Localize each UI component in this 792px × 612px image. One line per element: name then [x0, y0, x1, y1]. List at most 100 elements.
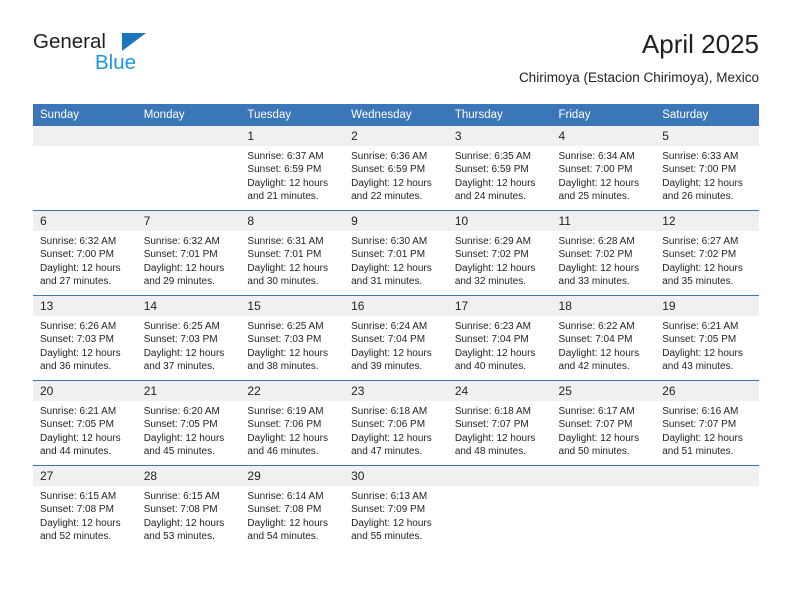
sunset-time: Sunset: 7:05 PM [40, 419, 114, 431]
daylight-duration-line2: and 53 minutes. [143, 531, 215, 543]
calendar-day-cell[interactable]: 2 Sunrise: 6:36 AM Sunset: 6:59 PM Daylight… [344, 126, 448, 211]
day-number: 8 [240, 211, 345, 231]
day-number: 6 [33, 211, 137, 231]
sunrise-time: Sunrise: 6:33 AM [662, 151, 739, 162]
sunrise-time: Sunrise: 6:15 AM [40, 491, 117, 502]
daylight-duration-line2: and 55 minutes. [351, 531, 423, 543]
calendar-day-cell[interactable]: 11 Sunrise: 6:28 AM Sunset: 7:02 PM Dayligh… [551, 210, 656, 296]
calendar-day-cell[interactable]: 12 Sunrise: 6:27 AM Sunset: 7:02 PM Dayligh… [655, 210, 759, 296]
calendar-day-cell[interactable]: 5 Sunrise: 6:33 AM Sunset: 7:00 PM Daylight… [655, 126, 759, 211]
daylight-duration-line2: and 50 minutes. [558, 446, 630, 458]
calendar-day-cell[interactable]: 30 Sunrise: 6:13 AM Sunset: 7:09 PM Dayligh… [344, 465, 448, 550]
calendar-day-cell[interactable]: 28 Sunrise: 6:15 AM Sunset: 7:08 PM Dayligh… [136, 465, 241, 550]
calendar-day-cell[interactable]: 9 Sunrise: 6:30 AM Sunset: 7:01 PM Daylight… [344, 210, 448, 296]
day-details: Sunrise: 6:24 AM Sunset: 7:04 PM Daylight:… [344, 316, 448, 374]
calendar-day-cell[interactable]: 18 Sunrise: 6:22 AM Sunset: 7:04 PM Dayligh… [551, 295, 656, 381]
sunrise-time: Sunrise: 6:36 AM [351, 151, 428, 162]
daylight-duration-line2: and 51 minutes. [662, 446, 734, 458]
day-number: 12 [655, 211, 759, 231]
sunset-time: Sunset: 7:02 PM [454, 249, 529, 261]
calendar-week-row: 1 Sunrise: 6:37 AM Sunset: 6:59 PM Daylight… [33, 126, 759, 211]
calendar-day-cell[interactable]: 25 Sunrise: 6:17 AM Sunset: 7:07 PM Dayligh… [551, 380, 656, 466]
calendar-day-cell-empty [33, 126, 137, 211]
day-number: 14 [136, 296, 241, 316]
daylight-duration-line1: Daylight: 12 hours [558, 262, 640, 274]
day-details: Sunrise: 6:37 AM Sunset: 6:59 PM Daylight:… [240, 146, 344, 204]
day-details [552, 486, 656, 490]
sunset-time: Sunset: 7:09 PM [351, 504, 426, 516]
calendar-day-cell[interactable]: 16 Sunrise: 6:24 AM Sunset: 7:04 PM Dayligh… [344, 295, 448, 381]
day-details: Sunrise: 6:25 AM Sunset: 7:03 PM Daylight:… [137, 316, 241, 374]
general-blue-logo[interactable]: General Blue [33, 30, 213, 86]
day-details: Sunrise: 6:19 AM Sunset: 7:06 PM Daylight:… [240, 401, 344, 459]
day-number: 17 [447, 296, 552, 316]
daylight-duration-line2: and 43 minutes. [662, 361, 734, 373]
calendar-day-cell[interactable]: 1 Sunrise: 6:37 AM Sunset: 6:59 PM Daylight… [240, 126, 345, 211]
page-title: April 2025 [641, 29, 759, 59]
sunrise-time: Sunrise: 6:21 AM [40, 406, 117, 417]
sunset-time: Sunset: 7:08 PM [143, 504, 218, 516]
sunrise-time: Sunrise: 6:25 AM [247, 321, 324, 332]
calendar-day-cell[interactable]: 13 Sunrise: 6:26 AM Sunset: 7:03 PM Dayligh… [33, 295, 137, 381]
daylight-duration-line1: Daylight: 12 hours [143, 347, 225, 359]
calendar-day-cell[interactable]: 3 Sunrise: 6:35 AM Sunset: 6:59 PM Daylight… [447, 126, 552, 211]
calendar-day-cell-empty [447, 465, 552, 550]
daylight-duration-line1: Daylight: 12 hours [143, 517, 225, 529]
calendar-day-cell[interactable]: 22 Sunrise: 6:19 AM Sunset: 7:06 PM Dayligh… [240, 380, 345, 466]
sunrise-time: Sunrise: 6:17 AM [558, 406, 635, 417]
calendar-day-cell[interactable]: 21 Sunrise: 6:20 AM Sunset: 7:05 PM Dayligh… [136, 380, 241, 466]
day-number: 28 [136, 466, 241, 486]
calendar-day-cell[interactable]: 27 Sunrise: 6:15 AM Sunset: 7:08 PM Dayligh… [33, 465, 137, 550]
daylight-duration-line2: and 25 minutes. [558, 191, 630, 203]
sunset-time: Sunset: 7:00 PM [40, 249, 114, 261]
day-number: 26 [655, 381, 759, 401]
calendar-day-cell[interactable]: 10 Sunrise: 6:29 AM Sunset: 7:02 PM Dayligh… [447, 210, 552, 296]
daylight-duration-line2: and 44 minutes. [40, 446, 112, 458]
calendar-day-cell[interactable]: 6 Sunrise: 6:32 AM Sunset: 7:00 PM Daylight… [33, 210, 137, 296]
day-number: 3 [447, 126, 552, 146]
day-number: 16 [344, 296, 448, 316]
sunset-time: Sunset: 7:07 PM [558, 419, 633, 431]
sunset-time: Sunset: 6:59 PM [454, 164, 529, 176]
daylight-duration-line2: and 37 minutes. [143, 361, 215, 373]
calendar-day-cell[interactable]: 20 Sunrise: 6:21 AM Sunset: 7:05 PM Dayligh… [33, 380, 137, 466]
sunset-time: Sunset: 7:02 PM [662, 249, 737, 261]
calendar-day-cell[interactable]: 29 Sunrise: 6:14 AM Sunset: 7:08 PM Dayligh… [240, 465, 345, 550]
day-number: 5 [655, 126, 759, 146]
day-number: 11 [551, 211, 656, 231]
calendar-day-cell[interactable]: 19 Sunrise: 6:21 AM Sunset: 7:05 PM Dayligh… [655, 295, 759, 381]
day-details: Sunrise: 6:14 AM Sunset: 7:08 PM Daylight:… [240, 486, 344, 544]
sunset-time: Sunset: 7:03 PM [247, 334, 322, 346]
sunset-time: Sunset: 7:06 PM [247, 419, 322, 431]
day-details: Sunrise: 6:28 AM Sunset: 7:02 PM Daylight:… [552, 231, 656, 289]
day-number: 27 [33, 466, 137, 486]
day-details [448, 486, 552, 490]
sunrise-time: Sunrise: 6:18 AM [351, 406, 428, 417]
day-number: 9 [344, 211, 448, 231]
daylight-duration-line2: and 29 minutes. [143, 276, 215, 288]
sunrise-time: Sunrise: 6:23 AM [454, 321, 531, 332]
daylight-duration-line2: and 40 minutes. [454, 361, 526, 373]
calendar-day-cell[interactable]: 7 Sunrise: 6:32 AM Sunset: 7:01 PM Daylight… [136, 210, 241, 296]
calendar-day-cell[interactable]: 23 Sunrise: 6:18 AM Sunset: 7:06 PM Dayligh… [344, 380, 448, 466]
daylight-duration-line2: and 45 minutes. [143, 446, 215, 458]
weekday-header-tuesday: Tuesday [240, 104, 345, 126]
calendar-day-cell[interactable]: 4 Sunrise: 6:34 AM Sunset: 7:00 PM Daylight… [551, 126, 656, 211]
calendar-day-cell[interactable]: 26 Sunrise: 6:16 AM Sunset: 7:07 PM Dayligh… [655, 380, 759, 466]
daylight-duration-line1: Daylight: 12 hours [558, 432, 640, 444]
calendar-day-cell[interactable]: 14 Sunrise: 6:25 AM Sunset: 7:03 PM Dayligh… [136, 295, 241, 381]
calendar-day-cell[interactable]: 17 Sunrise: 6:23 AM Sunset: 7:04 PM Dayligh… [447, 295, 552, 381]
sunset-time: Sunset: 7:04 PM [558, 334, 633, 346]
calendar-day-cell[interactable]: 24 Sunrise: 6:18 AM Sunset: 7:07 PM Dayligh… [447, 380, 552, 466]
day-details: Sunrise: 6:18 AM Sunset: 7:07 PM Daylight:… [448, 401, 552, 459]
daylight-duration-line2: and 32 minutes. [454, 276, 526, 288]
day-number [447, 466, 552, 486]
calendar-day-cell[interactable]: 15 Sunrise: 6:25 AM Sunset: 7:03 PM Dayligh… [240, 295, 345, 381]
day-number: 10 [447, 211, 552, 231]
day-details: Sunrise: 6:15 AM Sunset: 7:08 PM Daylight:… [137, 486, 241, 544]
day-details: Sunrise: 6:22 AM Sunset: 7:04 PM Daylight:… [552, 316, 656, 374]
calendar-day-cell[interactable]: 8 Sunrise: 6:31 AM Sunset: 7:01 PM Daylight… [240, 210, 345, 296]
day-details: Sunrise: 6:30 AM Sunset: 7:01 PM Daylight:… [344, 231, 448, 289]
sunset-time: Sunset: 7:01 PM [143, 249, 218, 261]
daylight-duration-line2: and 46 minutes. [247, 446, 319, 458]
